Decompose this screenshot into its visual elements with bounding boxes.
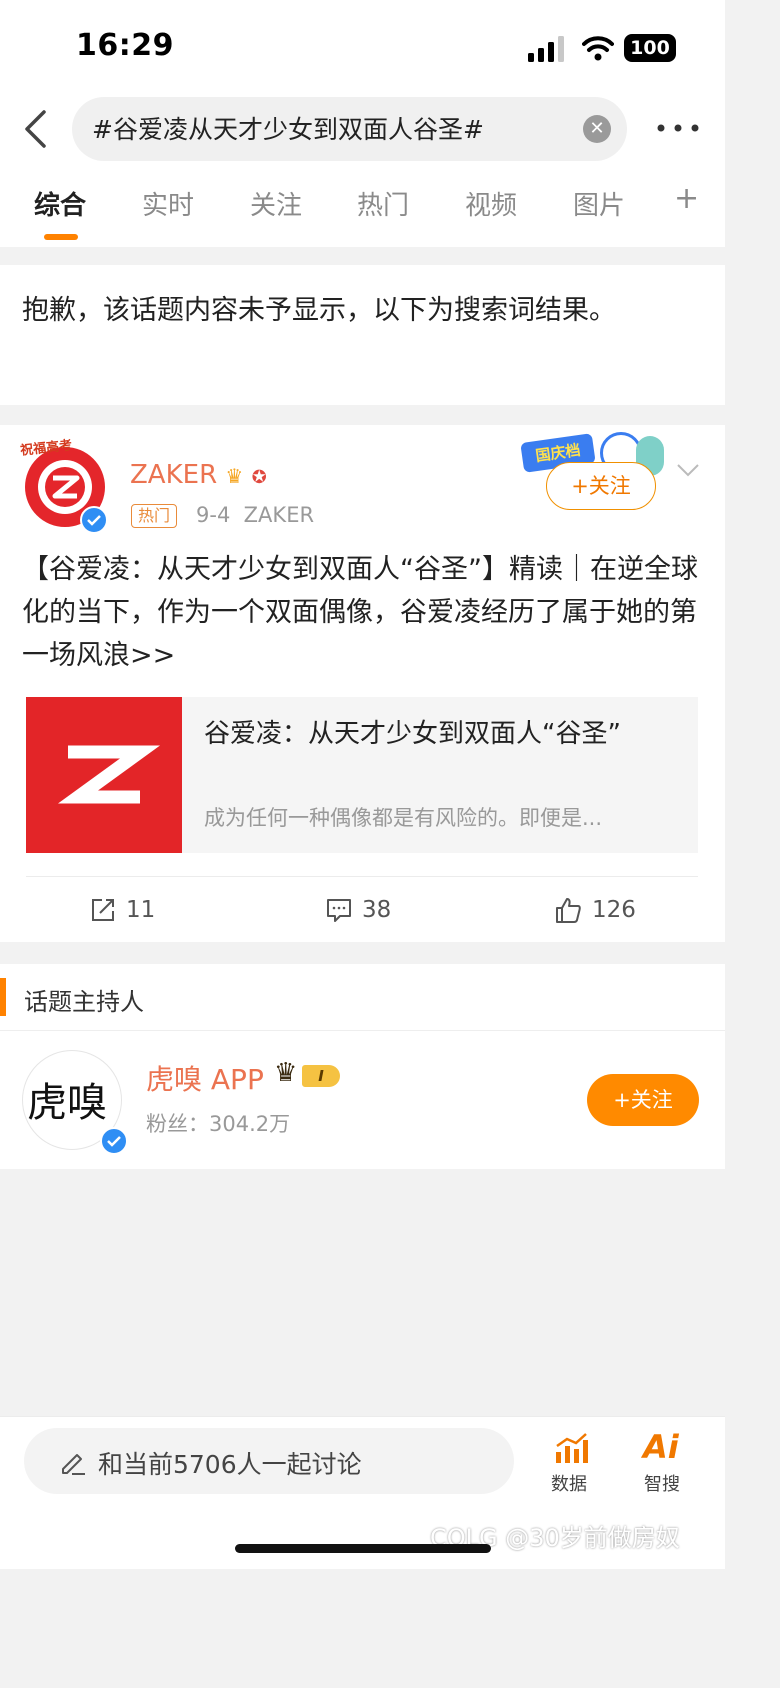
tab-bar: 综合 实时 关注 热门 视频 图片 + xyxy=(0,181,725,240)
cellular-signal-icon xyxy=(528,36,564,62)
post-author[interactable]: ZAKER ♛ ✪ xyxy=(130,460,267,490)
divider xyxy=(26,876,698,877)
divider xyxy=(0,1030,725,1031)
follow-button[interactable]: +关注 xyxy=(587,1074,699,1126)
tab-hot[interactable]: 热门 xyxy=(357,185,409,222)
comment-count: 38 xyxy=(362,897,392,923)
more-icon[interactable] xyxy=(655,118,701,138)
repost-icon xyxy=(92,899,114,921)
discuss-placeholder[interactable]: 和当前5706人一起讨论 xyxy=(98,1445,362,1481)
status-time: 16:29 xyxy=(76,28,174,63)
crown-icon: ♛ xyxy=(274,1058,298,1088)
zaker-logo-icon xyxy=(57,745,161,804)
huxiu-logo-text: 虎嗅 xyxy=(27,1080,107,1126)
fan-count: 粉丝：304.2万 xyxy=(146,1112,291,1136)
like-button[interactable]: 126 xyxy=(554,890,636,930)
search-query-text[interactable]: #谷爱凌从天才少女到双面人谷圣# xyxy=(92,110,484,146)
home-indicator[interactable] xyxy=(235,1544,491,1553)
section-accent-bar xyxy=(0,978,6,1016)
ai-search-label[interactable]: 智搜 xyxy=(644,1470,680,1496)
tab-following[interactable]: 关注 xyxy=(250,185,302,222)
link-description: 成为任何一种偶像都是有风险的。即便是... xyxy=(204,806,603,830)
comment-icon xyxy=(327,899,351,922)
verified-icon xyxy=(100,1127,128,1155)
add-tab-icon[interactable]: + xyxy=(674,181,699,216)
data-chart-icon[interactable] xyxy=(553,1430,589,1466)
active-tab-indicator xyxy=(44,234,78,240)
tab-general[interactable]: 综合 xyxy=(34,185,86,222)
section-title: 话题主持人 xyxy=(24,988,144,1016)
crown-icon: ♛ xyxy=(225,464,244,488)
medal-icon: ✪ xyxy=(251,467,267,488)
tab-images[interactable]: 图片 xyxy=(573,185,625,222)
ai-search-icon[interactable]: Ai xyxy=(643,1428,679,1466)
repost-count: 11 xyxy=(126,897,156,923)
notice-text: 抱歉，该话题内容未予显示，以下为搜索词结果。 xyxy=(22,295,616,326)
pencil-icon xyxy=(62,1454,85,1475)
battery-level: 100 xyxy=(630,37,670,59)
host-name[interactable]: 虎嗅 APP xyxy=(146,1058,264,1098)
verified-icon xyxy=(80,506,108,534)
back-arrow-icon[interactable] xyxy=(20,108,50,150)
post-text[interactable]: 【谷爱凌：从天才少女到双面人“谷圣”】精读｜在逆全球化的当下，作为一个双面偶像，… xyxy=(22,548,712,677)
battery-icon: 100 xyxy=(624,34,676,62)
link-title[interactable]: 谷爱凌：从天才少女到双面人“谷圣” xyxy=(204,715,674,753)
author-name[interactable]: ZAKER xyxy=(130,460,217,490)
post-meta: 9-4 ZAKER xyxy=(196,503,314,527)
vip-level: I xyxy=(302,1065,340,1087)
tab-realtime[interactable]: 实时 xyxy=(142,185,194,222)
wifi-icon xyxy=(582,36,614,61)
hot-tag: 热门 xyxy=(131,504,178,528)
chevron-down-icon[interactable] xyxy=(676,462,700,478)
comment-button[interactable]: 38 xyxy=(326,890,391,930)
repost-button[interactable]: 11 xyxy=(90,890,155,930)
data-label[interactable]: 数据 xyxy=(551,1470,587,1496)
vip-level-badge: ♛ I xyxy=(274,1058,346,1090)
like-count: 126 xyxy=(592,897,636,923)
tab-video[interactable]: 视频 xyxy=(465,185,517,222)
post-date: 9-4 xyxy=(196,503,231,527)
notice-panel xyxy=(0,265,725,405)
thumbs-up-icon xyxy=(556,898,581,923)
follow-button[interactable]: +关注 xyxy=(546,462,656,510)
post-source: ZAKER xyxy=(243,503,315,527)
clear-icon[interactable]: ✕ xyxy=(583,115,611,143)
link-thumbnail[interactable] xyxy=(26,697,182,853)
